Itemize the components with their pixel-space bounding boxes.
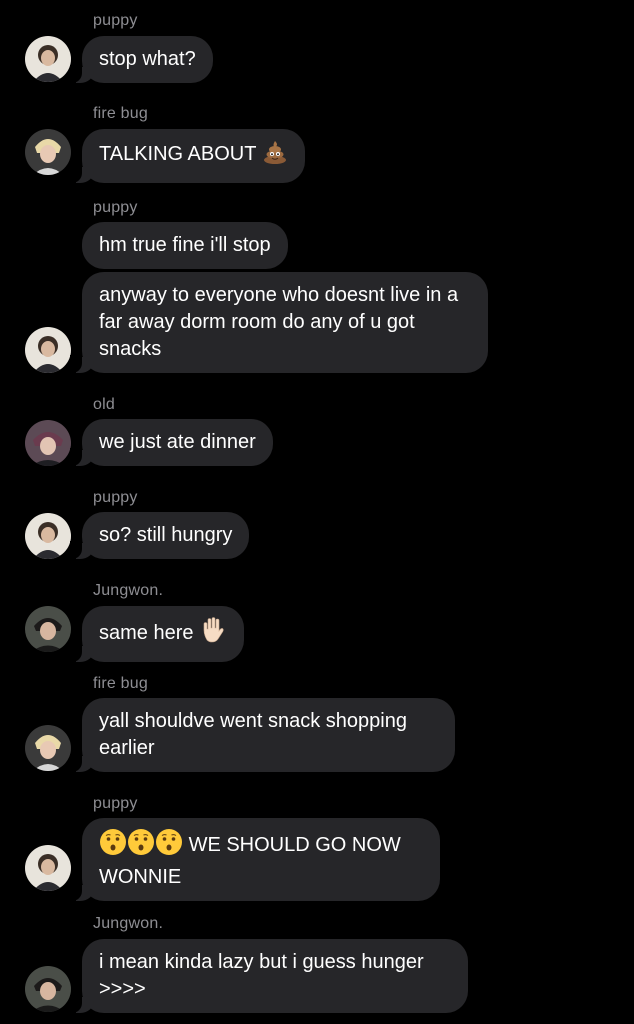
message-text: anyway to everyone who doesnt live in a … xyxy=(99,284,459,360)
avatar-fire-bug[interactable] xyxy=(25,725,71,771)
avatar-puppy[interactable] xyxy=(25,845,71,891)
message-bubble[interactable]: WE SHOULD GO NOW WONNIE xyxy=(70,818,440,901)
hushed-face-emoji-icon xyxy=(155,828,183,864)
message-bubble[interactable]: yall shouldve went snack shopping earlie… xyxy=(70,698,455,772)
sender-name: fire bug xyxy=(93,675,148,692)
sender-name: puppy xyxy=(93,12,138,29)
sender-name: puppy xyxy=(93,795,138,812)
message-bubble[interactable]: anyway to everyone who doesnt live in a … xyxy=(70,272,488,373)
message-bubble[interactable]: stop what? xyxy=(70,36,213,83)
avatar-old[interactable] xyxy=(25,420,71,466)
message-text: we just ate dinner xyxy=(99,431,256,453)
message-text: same here xyxy=(99,622,194,644)
message-bubble[interactable]: TALKING ABOUT xyxy=(70,129,305,183)
sender-name: puppy xyxy=(93,199,138,216)
message-text: so? still hungry xyxy=(99,524,233,546)
sender-name: old xyxy=(93,396,115,413)
message-text: stop what? xyxy=(99,48,196,70)
raised-hand-emoji-icon xyxy=(199,616,227,652)
sender-name: fire bug xyxy=(93,105,148,122)
hushed-face-emoji-icon xyxy=(127,828,155,864)
message-text: yall shouldve went snack shopping earlie… xyxy=(99,710,407,759)
poop-emoji-icon xyxy=(262,139,288,173)
sender-name: puppy xyxy=(93,489,138,506)
avatar-puppy[interactable] xyxy=(25,513,71,559)
avatar-jungwon[interactable] xyxy=(25,966,71,1012)
message-bubble[interactable]: same here xyxy=(69,606,245,662)
avatar-fire-bug[interactable] xyxy=(25,129,71,175)
message-bubble[interactable]: hm true fine i'll stop xyxy=(82,222,288,269)
message-text: i mean kinda lazy but i guess hunger >>>… xyxy=(99,951,424,1000)
message-text: hm true fine i'll stop xyxy=(99,234,271,256)
message-bubble[interactable]: we just ate dinner xyxy=(70,419,273,466)
sender-name: Jungwon. xyxy=(93,582,164,599)
sender-name: Jungwon. xyxy=(93,915,164,932)
message-bubble[interactable]: so? still hungry xyxy=(69,512,250,559)
avatar-jungwon[interactable] xyxy=(25,606,71,652)
hushed-face-emoji-icon xyxy=(99,828,127,864)
avatar-puppy[interactable] xyxy=(25,327,71,373)
message-text: TALKING ABOUT xyxy=(99,143,257,165)
message-bubble[interactable]: i mean kinda lazy but i guess hunger >>>… xyxy=(70,939,468,1013)
avatar-puppy[interactable] xyxy=(25,36,71,82)
